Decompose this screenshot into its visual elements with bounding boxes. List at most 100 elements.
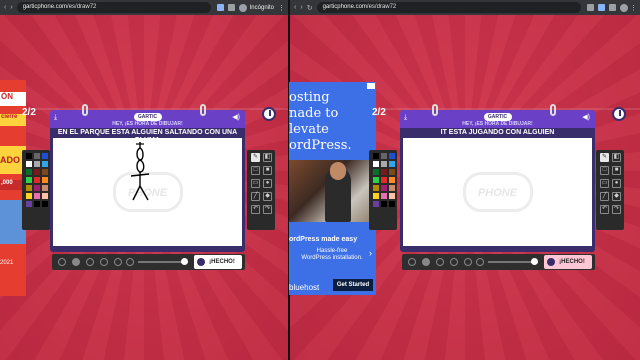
color-swatch[interactable] [26, 153, 32, 159]
menu-dots-icon[interactable]: ⋮ [630, 4, 637, 12]
color-swatch[interactable] [381, 185, 387, 191]
brush-size-option[interactable] [86, 258, 94, 266]
color-swatch[interactable] [26, 193, 32, 199]
color-swatch[interactable] [373, 185, 379, 191]
square-tool-icon[interactable]: □ [251, 166, 260, 175]
color-swatch[interactable] [389, 177, 395, 183]
color-swatch[interactable] [26, 185, 32, 191]
back-icon[interactable]: ‹ [294, 4, 296, 11]
brush-size-option[interactable] [72, 258, 80, 266]
drawing-canvas[interactable]: PHONE [53, 138, 242, 246]
brush-size-option[interactable] [450, 258, 458, 266]
eraser-tool-icon[interactable]: ◧ [612, 153, 621, 162]
ad-headline: osting nade to levate ordPress. [289, 90, 352, 154]
brush-size-option[interactable] [464, 258, 472, 266]
square-fill-tool-icon[interactable]: ■ [612, 166, 621, 175]
extension-icon[interactable] [216, 4, 224, 11]
square-fill-tool-icon[interactable]: ■ [263, 166, 272, 175]
done-button[interactable]: ¡HECHO! [194, 255, 242, 269]
pencil-tool-icon[interactable]: ✎ [251, 153, 260, 162]
brush-size-option[interactable] [422, 258, 430, 266]
fill-tool-icon[interactable]: ◆ [263, 192, 272, 201]
ad-headline-line: osting [289, 90, 330, 105]
color-swatch[interactable] [381, 193, 387, 199]
back-icon[interactable]: ‹ [4, 4, 6, 11]
puzzle-icon[interactable] [609, 4, 616, 11]
ad-cta-button[interactable]: Get Started [333, 279, 373, 291]
drawing-canvas[interactable]: PHONE [403, 138, 592, 246]
chevron-right-icon[interactable]: › [369, 248, 372, 258]
color-swatch[interactable] [34, 161, 40, 167]
cast-icon[interactable] [587, 4, 594, 11]
opacity-slider-knob[interactable] [181, 258, 188, 265]
pencil-tool-icon[interactable]: ✎ [600, 153, 609, 162]
fill-tool-icon[interactable]: ◆ [612, 192, 621, 201]
color-swatch[interactable] [389, 201, 395, 207]
color-swatch[interactable] [26, 201, 32, 207]
color-swatch[interactable] [381, 177, 387, 183]
reload-icon[interactable]: ↻ [307, 4, 313, 12]
color-swatch[interactable] [389, 185, 395, 191]
color-swatch[interactable] [42, 177, 48, 183]
incognito-icon[interactable] [238, 3, 247, 12]
profile-avatar-icon[interactable] [620, 3, 628, 12]
color-swatch[interactable] [34, 153, 40, 159]
color-swatch[interactable] [42, 153, 48, 159]
color-swatch[interactable] [381, 153, 387, 159]
color-swatch[interactable] [42, 161, 48, 167]
line-tool-icon[interactable]: ╱ [600, 192, 609, 201]
brush-size-option[interactable] [114, 258, 122, 266]
square-tool-icon[interactable]: □ [600, 166, 609, 175]
rect-tool-icon[interactable]: ▭ [600, 179, 609, 188]
brush-size-option[interactable] [58, 258, 66, 266]
color-swatch[interactable] [26, 161, 32, 167]
address-bar[interactable]: garticphone.com/es/draw72 [316, 2, 581, 13]
color-swatch[interactable] [34, 177, 40, 183]
brush-size-option[interactable] [408, 258, 416, 266]
color-swatch[interactable] [34, 193, 40, 199]
eraser-tool-icon[interactable]: ◧ [263, 153, 272, 162]
color-swatch[interactable] [389, 161, 395, 167]
color-swatch[interactable] [26, 177, 32, 183]
done-button[interactable]: ¡HECHO! [544, 255, 592, 269]
color-swatch[interactable] [381, 161, 387, 167]
color-swatch[interactable] [373, 201, 379, 207]
color-swatch[interactable] [373, 169, 379, 175]
puzzle-icon[interactable] [227, 4, 235, 11]
color-swatch[interactable] [373, 177, 379, 183]
color-swatch[interactable] [42, 193, 48, 199]
color-swatch[interactable] [26, 169, 32, 175]
color-swatch[interactable] [34, 201, 40, 207]
opacity-slider-knob[interactable] [531, 258, 538, 265]
color-swatch[interactable] [373, 153, 379, 159]
color-swatch[interactable] [373, 161, 379, 167]
color-swatch[interactable] [381, 169, 387, 175]
ad-choices-icon[interactable] [367, 83, 375, 89]
color-swatch[interactable] [373, 193, 379, 199]
color-swatch[interactable] [389, 153, 395, 159]
extension-icon[interactable] [598, 4, 605, 11]
forward-icon[interactable]: › [300, 4, 302, 11]
color-swatch[interactable] [389, 193, 395, 199]
color-swatch[interactable] [42, 201, 48, 207]
color-swatch[interactable] [42, 169, 48, 175]
brush-size-option[interactable] [100, 258, 108, 266]
circle-tool-icon[interactable]: ● [612, 179, 621, 188]
line-tool-icon[interactable]: ╱ [251, 192, 260, 201]
address-bar[interactable]: garticphone.com/es/draw72 [16, 2, 211, 13]
undo-tool-icon[interactable]: ↶ [600, 205, 609, 214]
color-swatch[interactable] [389, 169, 395, 175]
undo-tool-icon[interactable]: ↶ [251, 205, 260, 214]
forward-icon[interactable]: › [10, 4, 12, 11]
rect-tool-icon[interactable]: ▭ [251, 179, 260, 188]
circle-tool-icon[interactable]: ● [263, 179, 272, 188]
right-advertisement[interactable]: osting nade to levate ordPress. ordPress… [289, 82, 376, 295]
color-swatch[interactable] [34, 169, 40, 175]
menu-dots-icon[interactable]: ⋮ [278, 4, 285, 12]
redo-tool-icon[interactable]: ↷ [612, 205, 621, 214]
redo-tool-icon[interactable]: ↷ [263, 205, 272, 214]
brush-size-option[interactable] [436, 258, 444, 266]
color-swatch[interactable] [42, 185, 48, 191]
color-swatch[interactable] [381, 201, 387, 207]
color-swatch[interactable] [34, 185, 40, 191]
